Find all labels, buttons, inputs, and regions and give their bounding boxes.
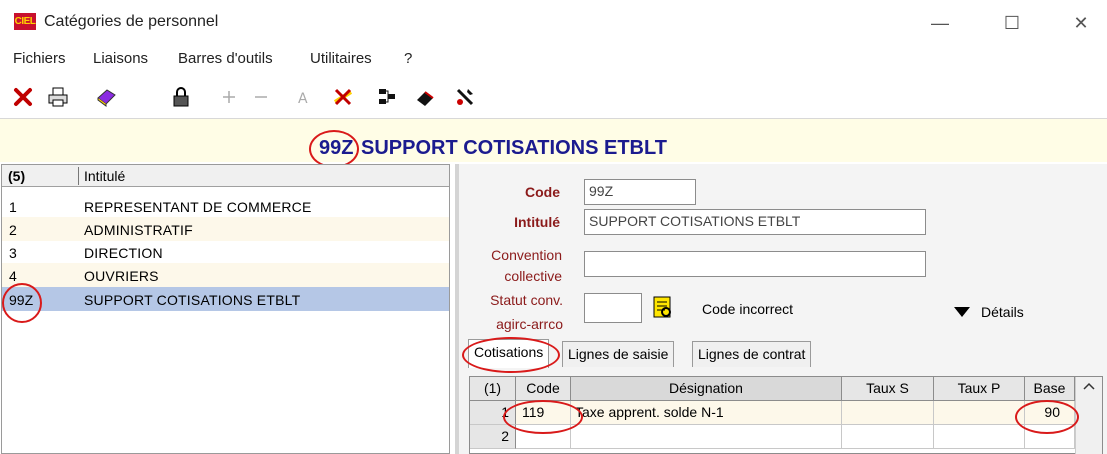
menu-utilitaires[interactable]: Utilitaires [310, 50, 372, 67]
tab-cotisations[interactable]: Cotisations [468, 339, 550, 368]
close-icon[interactable] [10, 84, 36, 110]
details-toggle[interactable]: Détails [981, 304, 1024, 320]
chevron-up-icon[interactable] [1076, 377, 1102, 395]
statut-field[interactable] [584, 293, 642, 323]
close-window-button[interactable]: ✕ [1061, 8, 1101, 38]
maximize-button[interactable]: ☐ [992, 8, 1032, 38]
code-incorrect-text: Code incorrect [702, 301, 794, 317]
tools-icon[interactable] [452, 84, 478, 110]
column-divider [78, 167, 79, 185]
remove-icon [248, 84, 274, 110]
grid-cell-taux-p[interactable] [934, 401, 1025, 425]
code-field[interactable]: 99Z [584, 179, 696, 205]
grid-cell-designation[interactable] [571, 425, 842, 449]
toolbar: A [0, 84, 1107, 116]
add-icon [216, 84, 242, 110]
text-style-icon: A [292, 84, 318, 110]
tab-lignes-de-contrat[interactable]: Lignes de contrat [692, 341, 812, 367]
eraser-icon[interactable] [412, 84, 438, 110]
statut-label-line2: agirc-arrco [496, 316, 563, 332]
menu-help[interactable]: ? [404, 50, 412, 67]
statut-label: Statut conv. [490, 292, 563, 308]
list-item[interactable]: 2 ADMINISTRATIF [2, 217, 449, 241]
tab-lignes-de-saisie[interactable]: Lignes de saisie [562, 341, 675, 367]
grid-cell-designation[interactable]: Taxe apprent. solde N-1 [571, 401, 842, 425]
tree-icon[interactable] [374, 84, 400, 110]
grid-row-number: 2 [470, 425, 516, 449]
cancel-icon[interactable] [330, 84, 356, 110]
grid-header-code[interactable]: Code [516, 377, 571, 401]
title-bar: CIEL Catégories de personnel — ☐ ✕ [0, 0, 1107, 44]
header-code: 99Z [319, 137, 354, 159]
list-item-code: 99Z [9, 292, 34, 308]
grid-header-taux-s[interactable]: Taux S [842, 377, 934, 401]
grid-header-taux-p[interactable]: Taux P [934, 377, 1025, 401]
convention-label: Convention [491, 247, 562, 263]
convention-label-line2: collective [504, 268, 562, 284]
menu-liaisons[interactable]: Liaisons [93, 50, 148, 67]
grid-cell-base[interactable]: 90 [1025, 401, 1075, 425]
list-item-code: 1 [9, 199, 17, 215]
svg-text:A: A [298, 91, 308, 107]
grid-count-header: (1) [470, 377, 516, 401]
lookup-icon[interactable] [651, 295, 675, 319]
window-title: Catégories de personnel [44, 13, 219, 30]
grid-cell-code[interactable]: 119 [516, 401, 571, 425]
grid-cell-taux-s[interactable] [842, 425, 934, 449]
grid-cell-taux-s[interactable] [842, 401, 934, 425]
convention-field[interactable] [584, 251, 926, 277]
book-icon[interactable] [93, 84, 119, 110]
minimize-button[interactable]: — [920, 8, 960, 38]
list-item-code: 4 [9, 268, 17, 284]
grid-header-base[interactable]: Base [1025, 377, 1075, 401]
list-item[interactable]: 1 REPRESENTANT DE COMMERCE [2, 194, 449, 218]
list-item[interactable]: 4 OUVRIERS [2, 263, 449, 287]
list-count: (5) [8, 168, 26, 184]
list-header: (5) Intitulé [2, 165, 449, 187]
cotisations-grid[interactable]: (1) Code Désignation Taux S Taux P Base … [469, 376, 1103, 454]
list-item-label: REPRESENTANT DE COMMERCE [84, 199, 312, 215]
list-item-label: SUPPORT COTISATIONS ETBLT [84, 292, 301, 308]
list-item-code: 3 [9, 245, 17, 261]
menu-barres-outils[interactable]: Barres d'outils [178, 50, 273, 67]
grid-row-number: 1 [470, 401, 516, 425]
grid-cell-taux-p[interactable] [934, 425, 1025, 449]
code-label: Code [525, 184, 560, 200]
list-item-selected[interactable]: 99Z SUPPORT COTISATIONS ETBLT [2, 287, 449, 311]
app-logo-icon: CIEL [14, 13, 36, 30]
intitule-label: Intitulé [514, 214, 560, 230]
grid-cell-base[interactable] [1025, 425, 1075, 449]
list-item-label: OUVRIERS [84, 268, 159, 284]
triangle-down-icon[interactable] [953, 305, 971, 317]
list-item-label: ADMINISTRATIF [84, 222, 193, 238]
grid-header-designation[interactable]: Désignation [571, 377, 842, 401]
grid-scrollbar[interactable] [1075, 377, 1102, 454]
list-item-label: DIRECTION [84, 245, 163, 261]
grid-cell-code[interactable] [516, 425, 571, 449]
list-item[interactable]: 3 DIRECTION [2, 240, 449, 264]
list-item-code: 2 [9, 222, 17, 238]
menu-fichiers[interactable]: Fichiers [13, 50, 66, 67]
lock-icon[interactable] [168, 84, 194, 110]
category-list[interactable]: (5) Intitulé 1 REPRESENTANT DE COMMERCE … [1, 164, 450, 454]
intitule-field[interactable]: SUPPORT COTISATIONS ETBLT [584, 209, 926, 235]
print-icon[interactable] [45, 84, 71, 110]
header-title: SUPPORT COTISATIONS ETBLT [361, 137, 667, 159]
record-header: 99Z SUPPORT COTISATIONS ETBLT [0, 118, 1107, 162]
list-column-intitule[interactable]: Intitulé [84, 168, 125, 184]
